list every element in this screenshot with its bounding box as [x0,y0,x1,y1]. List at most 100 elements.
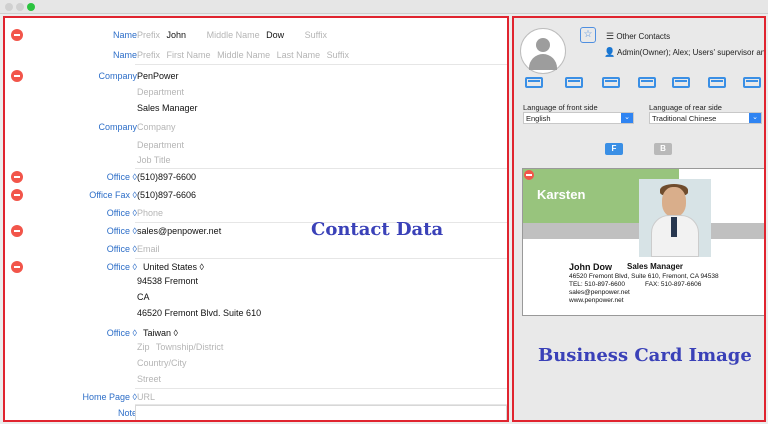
front-language-select[interactable]: English ⌄ [523,112,634,124]
zip-district-line: Zip Township/District [137,342,227,352]
remove-field-button[interactable] [11,29,23,41]
permissions-label: Admin(Owner); Alex; Users' supervisor an… [617,48,766,57]
rear-language-value: Traditional Chinese [652,114,717,123]
user-permission-icon: 👤 [604,47,616,57]
rear-language-label: Language of rear side [649,103,722,112]
phone-type-popup[interactable]: Office ◊ [107,172,137,182]
email-type-popup[interactable]: Office ◊ [107,226,137,236]
street-field[interactable]: Street [137,374,161,384]
name-row: Name Prefix John Middle Name Dow Suffix [5,26,507,44]
card-line [746,80,758,82]
name-label[interactable]: Name [113,30,137,40]
company-field[interactable]: PenPower [137,71,179,81]
zip-city-field[interactable]: 94538 Fremont [137,276,198,286]
zip-field[interactable]: Zip [137,342,150,352]
remove-card-button[interactable] [524,170,534,180]
phone-type-popup[interactable]: Office Fax ◊ [89,190,137,200]
office-address-row: Office ◊ United States ◊ [5,258,507,276]
remove-field-button[interactable] [11,189,23,201]
first-name-field[interactable]: John [167,30,187,40]
card-outline [638,77,656,88]
job-title-field[interactable]: Job Title [137,155,171,165]
last-name-field[interactable]: Dow [266,30,284,40]
card-id-icon[interactable] [602,75,622,89]
avatar-body [529,54,557,70]
card-photo-tie [671,217,677,237]
office-phone-row: Office ◊ (510)897-6600 [5,168,507,186]
department-field[interactable]: Department [137,87,184,97]
card-view-icon[interactable] [565,75,585,89]
card-export-icon[interactable] [638,75,658,89]
card-address: 46520 Fremont Blvd, Suite 610, Fremont, … [569,273,719,280]
company-row-empty: Company Company [5,118,507,136]
prefix-field[interactable]: Prefix [137,50,160,60]
middle-name-field[interactable]: Middle Name [217,50,270,60]
country-popup[interactable]: Taiwan ◊ [143,328,178,338]
note-field[interactable] [135,405,507,420]
close-window-button[interactable] [5,3,13,11]
company-row: Company PenPower [5,67,507,85]
phone-field[interactable]: Phone [137,208,163,218]
street-field[interactable]: 46520 Fremont Blvd. Suite 610 [137,308,261,318]
divider [135,64,507,65]
remove-field-button[interactable] [11,225,23,237]
company-label[interactable]: Company [98,122,137,132]
email-field[interactable]: Email [137,244,160,254]
suffix-field[interactable]: Suffix [327,50,349,60]
card-scan-icon[interactable] [525,75,545,89]
card-replace-icon[interactable] [708,75,728,89]
business-card-image: Karsten John Dow Sales Manager 46520 Fre… [522,168,764,316]
district-field[interactable]: Township/District [156,342,224,352]
address-type-popup[interactable]: Office ◊ [107,328,137,338]
card-photo-face [662,187,686,217]
card-rotate-icon[interactable] [672,75,692,89]
avatar[interactable] [520,28,566,74]
minimize-window-button[interactable] [16,3,24,11]
company-label[interactable]: Company [98,71,137,81]
contact-data-title: Contact Data [311,219,444,240]
card-line [528,80,540,82]
card-outline [743,77,761,88]
first-name-field[interactable]: First Name [167,50,211,60]
middle-name-field[interactable]: Middle Name [207,30,260,40]
email-type-popup[interactable]: Office ◊ [107,244,137,254]
remove-field-button[interactable] [11,171,23,183]
remove-field-button[interactable] [11,70,23,82]
office-address-empty-row: Office ◊ Taiwan ◊ [5,324,507,342]
prefix-field[interactable]: Prefix [137,30,160,40]
remove-field-button[interactable] [11,261,23,273]
department-field[interactable]: Department [137,140,184,150]
card-person-name: John Dow [569,262,612,272]
card-share-icon[interactable] [743,75,763,89]
last-name-field[interactable]: Last Name [277,50,321,60]
fax-field[interactable]: (510)897-6606 [137,190,196,200]
country-city-field[interactable]: Country/City [137,358,187,368]
other-contacts-link[interactable]: ☰ Other Contacts [606,31,670,42]
card-fax: FAX: 510-897-6606 [645,281,702,288]
url-type-popup[interactable]: Home Page ◊ [83,392,137,402]
list-icon: ☰ [606,31,615,41]
job-title-field[interactable]: Sales Manager [137,103,198,113]
email-field[interactable]: sales@penpower.net [137,226,221,236]
business-card-panel: ☆ ☰ Other Contacts 👤 Admin(Owner); Alex;… [512,16,766,422]
front-side-button[interactable]: F [605,143,623,155]
window-titlebar [0,0,768,14]
name-label[interactable]: Name [113,50,137,60]
card-line [641,80,653,82]
suffix-field[interactable]: Suffix [305,30,327,40]
country-popup[interactable]: United States ◊ [143,262,204,272]
back-side-button[interactable]: B [654,143,672,155]
phone-field[interactable]: (510)897-6600 [137,172,196,182]
state-field[interactable]: CA [137,292,150,302]
zoom-window-button[interactable] [27,3,35,11]
company-field[interactable]: Company [137,122,176,132]
url-field[interactable]: URL [137,392,155,402]
name-row-empty: Name Prefix First Name Middle Name Last … [5,46,507,64]
avatar-head [536,38,550,52]
rear-language-select[interactable]: Traditional Chinese ⌄ [649,112,762,124]
card-line [605,80,617,82]
favorite-star-icon[interactable]: ☆ [580,27,596,43]
address-type-popup[interactable]: Office ◊ [107,262,137,272]
name-placeholders: Prefix First Name Middle Name Last Name … [137,50,353,60]
phone-type-popup[interactable]: Office ◊ [107,208,137,218]
